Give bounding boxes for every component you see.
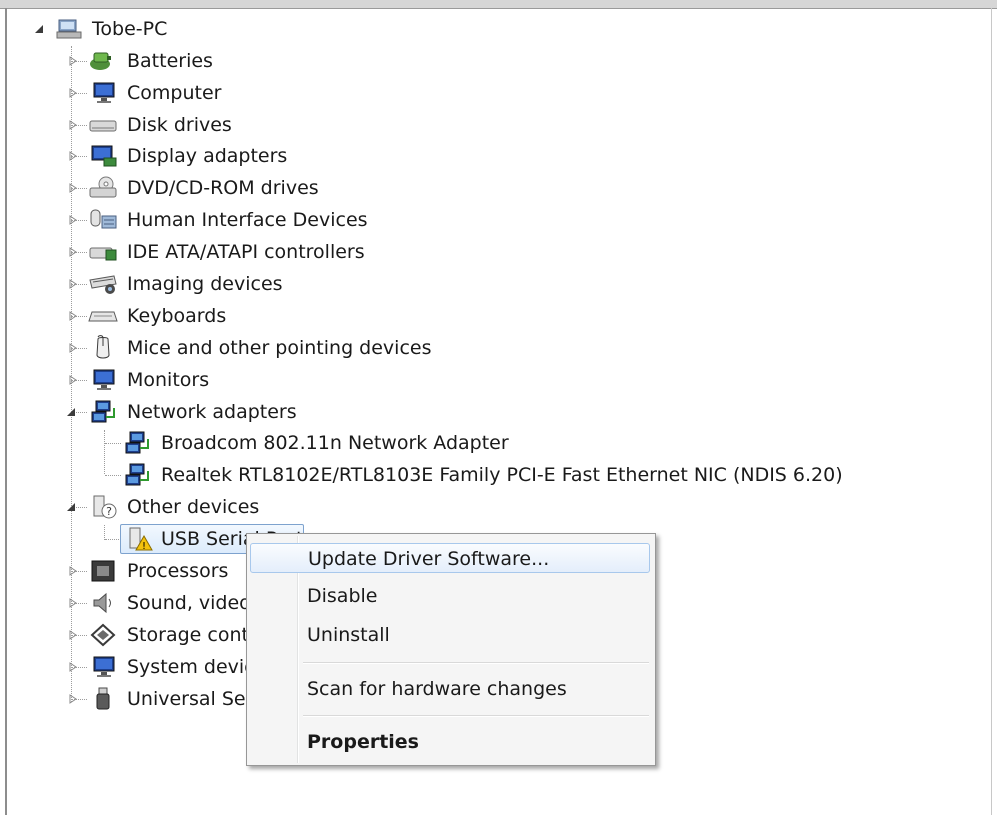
expand-arrow-icon[interactable] — [68, 183, 78, 193]
menu-item-properties[interactable]: Properties — [250, 727, 650, 757]
usb-icon — [92, 687, 114, 711]
tree-category-monitors[interactable]: Monitors — [66, 365, 286, 395]
context-menu: Update Driver Software... Disable Uninst… — [246, 533, 656, 766]
category-label: Keyboards — [127, 305, 227, 327]
tree-category-other-devices[interactable]: ? Other devices — [66, 492, 306, 522]
hid-icon — [88, 208, 118, 232]
expand-arrow-icon[interactable] — [68, 279, 78, 289]
dvd-drive-icon — [88, 176, 118, 200]
category-label: DVD/CD-ROM drives — [127, 177, 319, 199]
processor-icon — [90, 559, 116, 583]
device-label: Realtek RTL8102E/RTL8103E Family PCI-E F… — [161, 464, 843, 486]
menu-item-label: Scan for hardware changes — [307, 678, 567, 700]
scanner-icon — [88, 272, 118, 296]
svg-text:?: ? — [106, 505, 112, 518]
expand-arrow-icon[interactable] — [68, 662, 78, 672]
expand-arrow-icon[interactable] — [68, 56, 78, 66]
battery-icon — [88, 49, 116, 73]
mouse-icon — [90, 335, 116, 361]
category-label: Sound, video and game controllers — [127, 592, 246, 614]
tree-category-storage[interactable]: Storage controllers — [66, 620, 246, 650]
network-adapter-icon — [90, 400, 118, 424]
expand-arrow-icon[interactable] — [68, 120, 78, 130]
tree-category-batteries[interactable]: Batteries — [66, 46, 286, 76]
tree-device-broadcom[interactable]: Broadcom 802.11n Network Adapter — [100, 428, 520, 458]
keyboard-icon — [88, 309, 118, 325]
tree-category-disk-drives[interactable]: Disk drives — [66, 110, 286, 140]
tree-category-display-adapters[interactable]: Display adapters — [66, 141, 306, 171]
tree-category-computer[interactable]: Computer — [66, 78, 286, 108]
category-label: Imaging devices — [127, 273, 283, 295]
monitor-icon — [90, 81, 118, 105]
tree-root-label: Tobe-PC — [92, 18, 168, 40]
expand-arrow-icon[interactable] — [68, 88, 78, 98]
tree-category-network-adapters[interactable]: Network adapters — [66, 397, 326, 427]
monitor-icon — [90, 368, 118, 392]
device-label: Broadcom 802.11n Network Adapter — [161, 432, 509, 454]
menu-item-label: Properties — [307, 731, 419, 753]
warning-device-icon: ! — [126, 526, 154, 552]
network-adapter-icon — [124, 431, 152, 455]
expand-arrow-icon[interactable] — [68, 247, 78, 257]
computer-icon — [56, 18, 82, 40]
tree-category-keyboards[interactable]: Keyboards — [66, 301, 286, 331]
tree-category-hid[interactable]: Human Interface Devices — [66, 205, 386, 235]
category-label: IDE ATA/ATAPI controllers — [127, 241, 365, 263]
monitor-icon — [90, 655, 118, 679]
tree-category-mice[interactable]: Mice and other pointing devices — [66, 333, 446, 363]
tree-root[interactable]: Tobe-PC — [34, 14, 234, 44]
category-label: Network adapters — [127, 401, 297, 423]
unknown-device-icon: ? — [90, 494, 118, 520]
menu-item-label: Update Driver Software... — [308, 548, 550, 570]
menu-item-uninstall[interactable]: Uninstall — [250, 620, 650, 650]
expand-arrow-icon[interactable] — [68, 598, 78, 608]
ide-controller-icon — [88, 244, 118, 262]
expand-arrow-icon[interactable] — [68, 311, 78, 321]
expand-arrow-icon[interactable] — [68, 566, 78, 576]
category-label: Other devices — [127, 496, 260, 518]
category-label: Mice and other pointing devices — [127, 337, 432, 359]
category-label: Display adapters — [127, 145, 288, 167]
disk-drive-icon — [88, 117, 118, 135]
tree-category-usb-controllers[interactable]: Universal Serial Bus controllers — [66, 684, 246, 714]
category-label: Human Interface Devices — [127, 209, 368, 231]
window-right-frame — [991, 8, 992, 815]
category-label: Batteries — [127, 50, 213, 72]
display-adapter-icon — [90, 144, 118, 168]
expand-arrow-icon[interactable] — [68, 151, 78, 161]
tree-category-dvd-drives[interactable]: DVD/CD-ROM drives — [66, 173, 346, 203]
expand-arrow-icon[interactable] — [68, 343, 78, 353]
category-label: Monitors — [127, 369, 210, 391]
expand-arrow-icon[interactable] — [68, 375, 78, 385]
menu-item-disable[interactable]: Disable — [250, 581, 650, 611]
category-label: Disk drives — [127, 114, 232, 136]
storage-controller-icon — [90, 623, 116, 647]
collapse-arrow-icon[interactable] — [66, 502, 76, 512]
expand-arrow-icon[interactable] — [68, 630, 78, 640]
svg-text:!: ! — [142, 541, 146, 552]
category-label: Storage controllers — [127, 624, 246, 646]
tree-device-realtek[interactable]: Realtek RTL8102E/RTL8103E Family PCI-E F… — [100, 460, 843, 490]
menu-separator — [303, 715, 649, 717]
category-label: Universal Serial Bus controllers — [127, 688, 246, 710]
menu-item-scan-hardware[interactable]: Scan for hardware changes — [250, 674, 650, 704]
menu-item-update-driver[interactable]: Update Driver Software... — [250, 543, 650, 573]
network-adapter-icon — [124, 463, 152, 487]
speaker-icon — [90, 591, 116, 615]
tree-category-imaging[interactable]: Imaging devices — [66, 269, 306, 299]
category-label: System devices — [127, 656, 246, 678]
tree-category-processors[interactable]: Processors — [66, 556, 246, 586]
collapse-arrow-icon[interactable] — [34, 24, 44, 34]
menu-item-label: Disable — [307, 585, 378, 607]
tree-category-sound[interactable]: Sound, video and game controllers — [66, 588, 246, 618]
expand-arrow-icon[interactable] — [68, 215, 78, 225]
tree-category-system-devices[interactable]: System devices — [66, 652, 246, 682]
collapse-arrow-icon[interactable] — [66, 407, 76, 417]
menu-item-label: Uninstall — [307, 624, 390, 646]
menu-separator — [303, 662, 649, 664]
category-label: Processors — [127, 560, 229, 582]
category-label: Computer — [127, 82, 222, 104]
tree-category-ide-controllers[interactable]: IDE ATA/ATAPI controllers — [66, 237, 396, 267]
expand-arrow-icon[interactable] — [68, 694, 78, 704]
